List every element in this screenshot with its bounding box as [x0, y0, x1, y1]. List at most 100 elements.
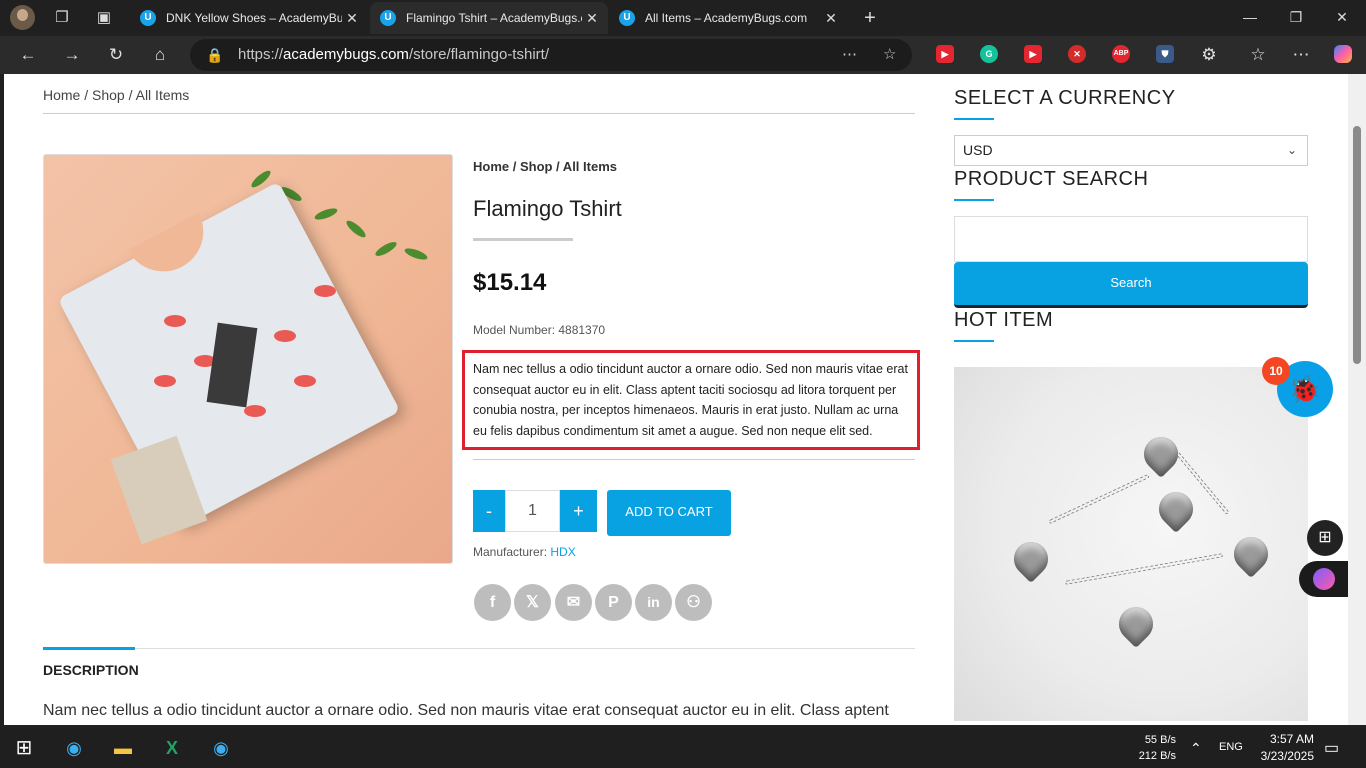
chevron-up-icon[interactable]: ⌃: [1190, 740, 1202, 757]
heading-underline: [954, 118, 994, 120]
heart-charm: [1111, 599, 1161, 649]
currency-select[interactable]: USD ⌄: [954, 135, 1308, 166]
home-icon[interactable]: ⌂: [149, 44, 171, 66]
leaf-decoration: [403, 246, 429, 262]
product-image[interactable]: [43, 154, 453, 564]
close-tab-icon[interactable]: ✕: [821, 10, 841, 27]
quantity-decrease-button[interactable]: -: [473, 490, 505, 532]
workspaces-icon[interactable]: ❐: [52, 8, 72, 28]
edge-taskbar-icon[interactable]: ◉: [205, 732, 237, 764]
close-window-icon[interactable]: ✕: [1319, 6, 1365, 28]
currency-heading: SELECT A CURRENCY: [954, 87, 1176, 109]
heading-underline: [954, 199, 994, 201]
adblock-plus-icon[interactable]: ABP: [1112, 45, 1130, 63]
new-tab-icon[interactable]: +: [860, 8, 880, 28]
browser-chrome: ❐ ▣ U DNK Yellow Shoes – AcademyBugs.com…: [0, 0, 1366, 74]
address-bar[interactable]: 🔒 https://academybugs.com/store/flamingo…: [190, 39, 912, 71]
extension-red-icon[interactable]: ▶: [936, 45, 954, 63]
hot-item-image[interactable]: [954, 367, 1308, 721]
facebook-icon[interactable]: f: [474, 584, 511, 621]
tab-title: All Items – AcademyBugs.com: [645, 11, 808, 25]
pinterest-icon[interactable]: P: [595, 584, 632, 621]
x-icon[interactable]: 𝕏: [514, 584, 551, 621]
short-description: Nam nec tellus a odio tincidunt auctor a…: [462, 350, 920, 450]
flamingo-print: [274, 330, 296, 342]
add-to-cart-button[interactable]: ADD TO CART: [607, 490, 731, 536]
leaf-decoration: [344, 218, 368, 240]
restore-icon[interactable]: ❐: [1273, 6, 1319, 28]
navigation-bar: ← → ↻ ⌂ 🔒 https://academybugs.com/store/…: [0, 36, 1366, 74]
search-button[interactable]: Search: [954, 262, 1308, 308]
excel-icon[interactable]: X: [156, 732, 188, 764]
profile-avatar[interactable]: [10, 5, 35, 30]
notifications-icon[interactable]: ▭: [1324, 738, 1339, 758]
heart-charm: [1136, 429, 1186, 479]
chevron-down-icon: ⌄: [1286, 143, 1297, 157]
myspace-icon[interactable]: ⚇: [675, 584, 712, 621]
grammarly-icon[interactable]: G: [980, 45, 998, 63]
leaf-decoration: [373, 239, 399, 259]
academybugs-favicon-icon: U: [380, 10, 396, 26]
video-extension-icon[interactable]: ▶: [1024, 45, 1042, 63]
extension-shield-icon[interactable]: ✕: [1068, 45, 1086, 63]
lock-icon[interactable]: 🔒: [206, 39, 223, 71]
language-indicator[interactable]: ENG: [1219, 741, 1243, 753]
file-explorer-icon[interactable]: ▬: [107, 732, 139, 764]
email-icon[interactable]: ✉: [555, 584, 592, 621]
flamingo-print: [294, 375, 316, 387]
search-input[interactable]: [954, 216, 1308, 262]
clock-time[interactable]: 3:57 AM: [1250, 732, 1314, 746]
favorite-star-icon[interactable]: ☆: [883, 39, 896, 71]
scrollbar-thumb[interactable]: [1353, 126, 1361, 364]
tab-all-items[interactable]: U All Items – AcademyBugs.com ✕: [609, 2, 847, 34]
description-text: Nam nec tellus a odio tincidunt auctor a…: [43, 702, 889, 719]
tab-title: Flamingo Tshirt – AcademyBugs.com: [406, 11, 582, 25]
product-price: $15.14: [473, 269, 547, 296]
favorites-icon[interactable]: ☆: [1247, 44, 1269, 66]
copilot-icon[interactable]: [1334, 45, 1352, 63]
tab-title: DNK Yellow Shoes – AcademyBugs.com: [166, 11, 342, 25]
extensions-icon[interactable]: ⚙: [1198, 44, 1220, 66]
academybugs-favicon-icon: U: [619, 10, 635, 26]
network-down: 55 B/s: [1144, 734, 1176, 746]
divider: [473, 459, 915, 460]
close-tab-icon[interactable]: ✕: [342, 10, 362, 27]
heart-charm: [1151, 484, 1201, 534]
flamingo-print: [154, 375, 176, 387]
heart-charm: [1006, 534, 1056, 584]
quantity-increase-button[interactable]: +: [560, 490, 597, 532]
refresh-icon[interactable]: ↻: [105, 44, 127, 66]
close-tab-icon[interactable]: ✕: [582, 10, 602, 27]
product-title: Flamingo Tshirt: [473, 196, 622, 221]
quantity-input[interactable]: 1: [505, 490, 560, 532]
flamingo-print: [314, 285, 336, 297]
tab-description[interactable]: DESCRIPTION: [43, 662, 139, 678]
manufacturer-link[interactable]: HDX: [550, 545, 575, 559]
forward-icon[interactable]: →: [61, 44, 83, 66]
settings-menu-icon[interactable]: ⋯: [1290, 44, 1312, 66]
linkedin-icon[interactable]: in: [635, 584, 672, 621]
product-breadcrumb[interactable]: Home / Shop / All Items: [473, 159, 617, 174]
web-page: Home / Shop / All Items Home / Shop / Al…: [4, 74, 1348, 725]
tab-actions-icon[interactable]: ▣: [94, 8, 114, 28]
tab-dnk-yellow-shoes[interactable]: U DNK Yellow Shoes – AcademyBugs.com ✕: [130, 2, 368, 34]
leaf-decoration: [313, 206, 339, 222]
clock-date[interactable]: 3/23/2025: [1250, 749, 1314, 763]
breadcrumb[interactable]: Home / Shop / All Items: [43, 87, 189, 103]
privacy-badger-icon[interactable]: ⛊: [1156, 45, 1174, 63]
windows-start-icon[interactable]: ⊞: [8, 732, 40, 764]
minimize-icon[interactable]: —: [1227, 6, 1273, 28]
network-up: 212 B/s: [1138, 750, 1176, 762]
scrollbar[interactable]: [1348, 74, 1366, 725]
tab-flamingo-tshirt[interactable]: U Flamingo Tshirt – AcademyBugs.com ✕: [370, 2, 608, 34]
divider: [43, 113, 915, 114]
heading-underline: [954, 340, 994, 342]
back-icon[interactable]: ←: [17, 44, 39, 66]
heart-charm: [1226, 529, 1276, 579]
apps-grid-icon[interactable]: ⊞: [1307, 520, 1343, 556]
tab-indicator: [43, 647, 135, 650]
flamingo-print: [164, 315, 186, 327]
assistant-icon[interactable]: [1299, 561, 1348, 597]
reader-options-icon[interactable]: ⋯: [842, 39, 857, 71]
edge-taskbar-icon[interactable]: ◉: [58, 732, 90, 764]
